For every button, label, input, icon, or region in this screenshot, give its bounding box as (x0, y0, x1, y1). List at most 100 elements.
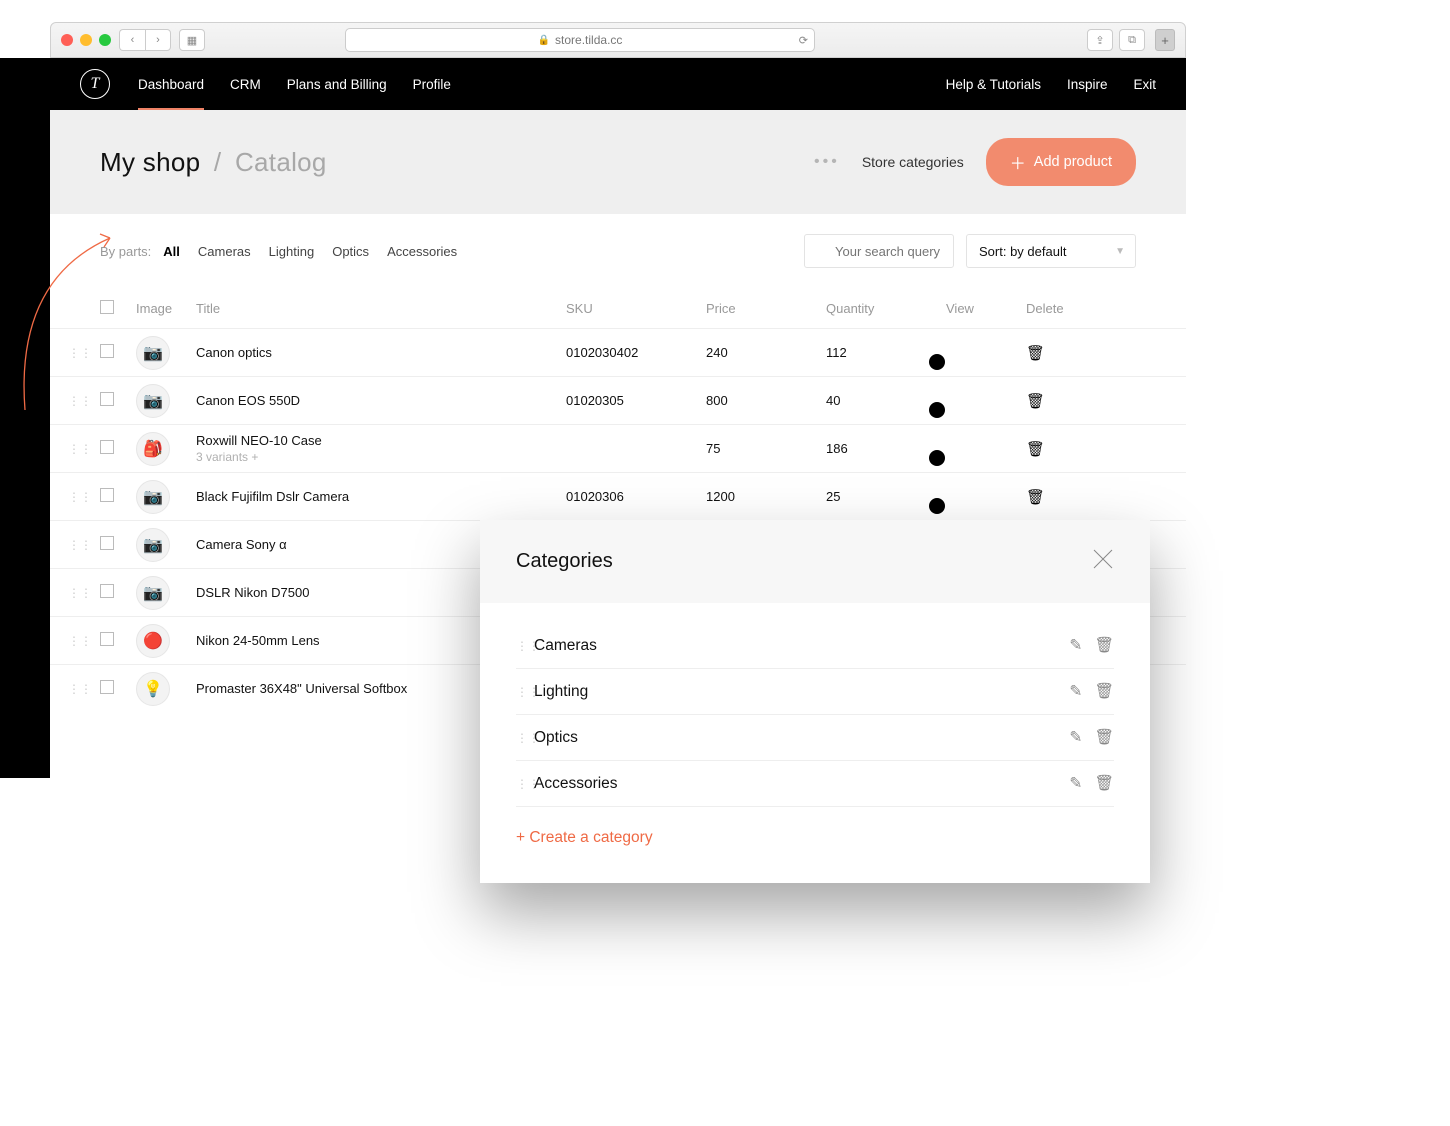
delete-icon[interactable]: 🗑 (1026, 441, 1045, 458)
fullscreen-window-icon[interactable] (99, 34, 111, 46)
drag-handle-icon[interactable]: ⋮⋮ (60, 490, 100, 504)
category-name[interactable]: Cameras (534, 637, 1069, 655)
sidebar-button[interactable]: ▦ (179, 29, 205, 51)
product-thumbnail[interactable]: 📷 (136, 576, 170, 610)
filter-part-all[interactable]: All (163, 244, 180, 259)
product-price: 75 (706, 441, 826, 456)
delete-icon[interactable]: 🗑 (1094, 636, 1114, 655)
drag-handle-icon[interactable]: ⋮⋮ (60, 538, 100, 552)
nav-plans-and-billing[interactable]: Plans and Billing (287, 60, 387, 109)
delete-icon[interactable]: 🗑 (1026, 393, 1045, 410)
drag-handle-icon[interactable]: ⋮⋮ (516, 731, 534, 745)
drag-handle-icon[interactable]: ⋮⋮ (60, 442, 100, 456)
store-categories-link[interactable]: Store categories (862, 154, 964, 170)
filter-part-cameras[interactable]: Cameras (198, 244, 251, 259)
filter-part-optics[interactable]: Optics (332, 244, 369, 259)
nav-profile[interactable]: Profile (413, 60, 451, 109)
row-checkbox[interactable] (100, 680, 114, 694)
col-price: Price (706, 301, 826, 316)
product-title[interactable]: Roxwill NEO-10 Case3 variants + (196, 433, 566, 464)
edit-icon[interactable]: ✎ (1069, 636, 1082, 655)
drag-handle-icon[interactable]: ⋮⋮ (60, 394, 100, 408)
product-thumbnail[interactable]: 🔴 (136, 624, 170, 658)
delete-icon[interactable]: 🗑 (1094, 774, 1114, 793)
drag-handle-icon[interactable]: ⋮⋮ (516, 685, 534, 699)
drag-handle-icon[interactable]: ⋮⋮ (60, 682, 100, 696)
drag-handle-icon[interactable]: ⋮⋮ (516, 777, 534, 791)
col-view: View (946, 301, 1026, 316)
breadcrumb-root[interactable]: My shop (100, 147, 200, 177)
minimize-window-icon[interactable] (80, 34, 92, 46)
browser-chrome: ‹ › ▦ 🔒 store.tilda.cc ⟳ ⇪ ⧉ + (50, 22, 1186, 58)
product-thumbnail[interactable]: 📷 (136, 528, 170, 562)
category-row: ⋮⋮Optics✎ 🗑 (516, 715, 1114, 761)
drag-handle-icon[interactable]: ⋮⋮ (60, 586, 100, 600)
create-category-link[interactable]: + Create a category (516, 829, 1114, 847)
reload-icon[interactable]: ⟳ (799, 34, 808, 47)
product-sku: 01020306 (566, 489, 706, 504)
row-checkbox[interactable] (100, 440, 114, 454)
delete-icon[interactable]: 🗑 (1026, 489, 1045, 506)
row-checkbox[interactable] (100, 488, 114, 502)
product-title[interactable]: Canon optics (196, 345, 566, 361)
more-menu-icon[interactable]: ••• (814, 153, 840, 171)
product-thumbnail[interactable]: 📷 (136, 336, 170, 370)
select-all-checkbox[interactable] (100, 300, 114, 314)
new-tab-button[interactable]: + (1155, 29, 1175, 51)
add-product-button[interactable]: ＋ Add product (986, 138, 1136, 186)
row-checkbox[interactable] (100, 632, 114, 646)
edit-icon[interactable]: ✎ (1069, 728, 1082, 747)
row-checkbox[interactable] (100, 344, 114, 358)
product-quantity: 25 (826, 489, 946, 504)
panel-header: My shop / Catalog ••• Store categories ＋… (50, 110, 1186, 214)
tabs-button[interactable]: ⧉ (1119, 29, 1145, 51)
close-icon (1092, 548, 1114, 570)
forward-button[interactable]: › (145, 29, 171, 51)
filter-part-accessories[interactable]: Accessories (387, 244, 457, 259)
filter-part-lighting[interactable]: Lighting (269, 244, 315, 259)
drag-handle-icon[interactable]: ⋮⋮ (60, 634, 100, 648)
table-row: ⋮⋮📷Canon optics0102030402240112🗑 (50, 328, 1186, 376)
product-subtitle: 3 variants + (196, 450, 258, 464)
delete-icon[interactable]: 🗑 (1094, 728, 1114, 747)
product-thumbnail[interactable]: 📷 (136, 384, 170, 418)
sort-dropdown[interactable]: Sort: by default ▼ (966, 234, 1136, 268)
row-checkbox[interactable] (100, 392, 114, 406)
col-delete: Delete (1026, 301, 1086, 316)
product-price: 800 (706, 393, 826, 408)
search-input[interactable] (804, 234, 954, 268)
nav-crm[interactable]: CRM (230, 60, 261, 109)
product-quantity: 112 (826, 345, 946, 360)
categories-modal: Categories ⋮⋮Cameras✎🗑⋮⋮Lighting✎🗑⋮⋮Opti… (480, 520, 1150, 883)
nav-inspire[interactable]: Inspire (1067, 77, 1108, 92)
product-title[interactable]: Black Fujifilm Dslr Camera (196, 489, 566, 505)
product-thumbnail[interactable]: 📷 (136, 480, 170, 514)
category-name[interactable]: Accessories (534, 775, 1069, 793)
row-checkbox[interactable] (100, 536, 114, 550)
drag-handle-icon[interactable]: ⋮⋮ (60, 346, 100, 360)
nav-exit[interactable]: Exit (1133, 77, 1156, 92)
product-quantity: 186 (826, 441, 946, 456)
delete-icon[interactable]: 🗑 (1026, 345, 1045, 362)
modal-close-button[interactable] (1092, 548, 1114, 575)
drag-handle-icon[interactable]: ⋮⋮ (516, 639, 534, 653)
product-thumbnail[interactable]: 💡 (136, 672, 170, 706)
category-name[interactable]: Lighting (534, 683, 1069, 701)
tilda-logo[interactable]: T (80, 69, 110, 99)
add-product-label: Add product (1034, 154, 1112, 170)
share-button[interactable]: ⇪ (1087, 29, 1113, 51)
edit-icon[interactable]: ✎ (1069, 774, 1082, 793)
edit-icon[interactable]: ✎ (1069, 682, 1082, 701)
close-window-icon[interactable] (61, 34, 73, 46)
url-bar[interactable]: 🔒 store.tilda.cc ⟳ (345, 28, 815, 52)
product-thumbnail[interactable]: 🎒 (136, 432, 170, 466)
delete-icon[interactable]: 🗑 (1094, 682, 1114, 701)
category-name[interactable]: Optics (534, 729, 1069, 747)
table-header: Image Title SKU Price Quantity View Dele… (50, 288, 1186, 328)
row-checkbox[interactable] (100, 584, 114, 598)
top-nav: T Dashboard CRM Plans and Billing Profile H… (50, 58, 1186, 110)
back-button[interactable]: ‹ (119, 29, 145, 51)
product-title[interactable]: Canon EOS 550D (196, 393, 566, 409)
nav-dashboard[interactable]: Dashboard (138, 60, 204, 109)
nav-help-tutorials[interactable]: Help & Tutorials (946, 77, 1041, 92)
